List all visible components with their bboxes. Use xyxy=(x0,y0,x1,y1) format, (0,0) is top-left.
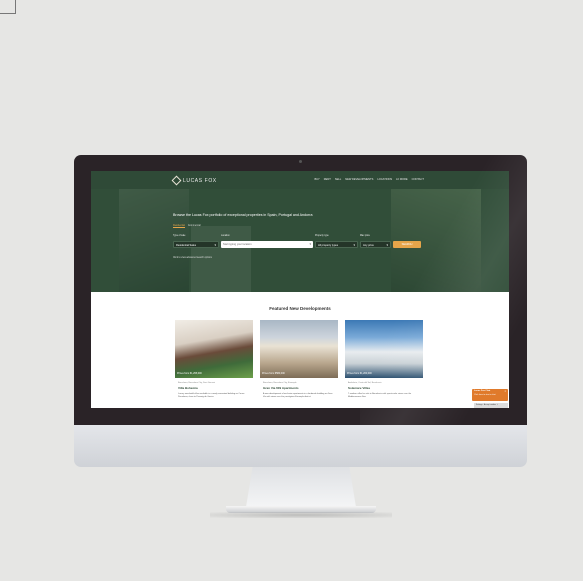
nav-link-lf-more[interactable]: LF MORE xyxy=(396,178,408,181)
nav-link-buy[interactable]: BUY xyxy=(314,178,319,181)
chevron-down-icon: ▾ xyxy=(386,243,388,247)
chat-widget[interactable]: Lucas Fox Chat Click here to start a cha… xyxy=(472,389,508,401)
development-card[interactable]: Prices from €580,000 Barcelona, Barcelon… xyxy=(260,320,338,408)
card-location: Andalucia, Costa del Sol, Benahavis xyxy=(348,382,382,384)
development-card[interactable]: Prices from €1,295,000 Barcelona, Barcel… xyxy=(175,320,253,408)
logo-text: LUCAS FOX xyxy=(183,177,217,184)
label-sale-type: Type of sale xyxy=(173,235,186,237)
property-type-value: All property types xyxy=(318,244,339,247)
location-input[interactable]: Start typing your location ▾ xyxy=(221,241,313,248)
search-button[interactable]: SEARCH xyxy=(393,241,421,248)
chevron-down-icon: ▾ xyxy=(353,243,355,247)
hero-tagline: Browse the Lucas Fox portfolio of except… xyxy=(173,213,313,217)
card-price: Prices from €1,200,000 xyxy=(347,372,372,375)
card-description: 7 modern villas for sale in Benahavis wi… xyxy=(348,393,412,398)
hero-banner: LUCAS FOX BUY RENT SELL NEW DEVELOPMENTS… xyxy=(91,171,509,292)
advanced-search-link[interactable]: Click to view advanced search options xyxy=(173,257,212,259)
hero-overlay xyxy=(91,171,509,292)
chevron-down-icon: ▾ xyxy=(214,243,216,247)
chat-subtitle: Click here to start a chat xyxy=(474,394,496,396)
card-price: Prices from €580,000 xyxy=(262,372,285,375)
label-location: Location xyxy=(221,235,230,237)
nav-link-locations[interactable]: LOCATIONS xyxy=(377,178,392,181)
card-location: Barcelona, Barcelona City, Sant Gervasi xyxy=(178,382,216,384)
card-price: Prices from €1,295,000 xyxy=(177,372,202,375)
card-name[interactable]: Gran Via 609 Apartments xyxy=(263,386,299,390)
card-description: A new development of exclusive apartment… xyxy=(263,393,333,398)
sale-type-value: Residential Sales xyxy=(176,244,197,247)
label-max-price: Max price xyxy=(360,235,370,237)
tab-residential[interactable]: Residential xyxy=(173,224,185,228)
max-price-select[interactable]: Any price ▾ xyxy=(360,241,391,248)
development-photo xyxy=(345,320,423,378)
card-location: Barcelona, Barcelona City, Eixample xyxy=(263,382,297,384)
logo-diamond-icon xyxy=(171,175,182,186)
monitor-stand xyxy=(246,467,356,507)
location-placeholder: Start typing your location xyxy=(223,243,252,246)
development-card[interactable]: Prices from €1,200,000 Andalucia, Costa … xyxy=(345,320,423,408)
monitor-shadow xyxy=(210,512,392,518)
tab-commercial[interactable]: Commercial xyxy=(188,224,201,228)
property-type-select[interactable]: All property types ▾ xyxy=(315,241,358,248)
cookie-text: Settings · Accept cookies ✓ xyxy=(476,404,499,406)
close-icon[interactable]: × xyxy=(504,390,506,393)
nav-link-sell[interactable]: SELL xyxy=(335,178,341,181)
search-tabs: Residential Commercial xyxy=(173,224,201,228)
corner-crop-mark xyxy=(0,0,20,14)
chat-title: Lucas Fox Chat xyxy=(474,390,491,392)
chevron-down-icon: ▾ xyxy=(309,242,311,246)
max-price-value: Any price xyxy=(363,244,374,247)
nav-link-rent[interactable]: RENT xyxy=(324,178,331,181)
top-nav: LUCAS FOX BUY RENT SELL NEW DEVELOPMENTS… xyxy=(91,171,509,189)
brand-logo[interactable]: LUCAS FOX xyxy=(171,175,217,186)
development-photo xyxy=(260,320,338,378)
webcam xyxy=(299,160,302,163)
label-property-type: Property type xyxy=(315,235,329,237)
nav-link-new-developments[interactable]: NEW DEVELOPMENTS xyxy=(345,178,373,181)
cookie-bar[interactable]: Settings · Accept cookies ✓ xyxy=(474,403,508,408)
nav-links: BUY RENT SELL NEW DEVELOPMENTS LOCATIONS… xyxy=(314,178,424,181)
featured-section-title: Featured New Developments xyxy=(269,306,331,311)
monitor-chin xyxy=(74,425,527,467)
card-description: Luxury new-build villas available in a n… xyxy=(178,393,245,398)
sale-type-select[interactable]: Residential Sales ▾ xyxy=(173,241,219,248)
nav-link-contact[interactable]: CONTACT xyxy=(412,178,424,181)
card-name[interactable]: Solemare Villas xyxy=(348,386,370,390)
website-screen: LUCAS FOX BUY RENT SELL NEW DEVELOPMENTS… xyxy=(91,171,509,408)
card-name[interactable]: Villa Bohemia xyxy=(178,386,198,390)
development-photo xyxy=(175,320,253,378)
